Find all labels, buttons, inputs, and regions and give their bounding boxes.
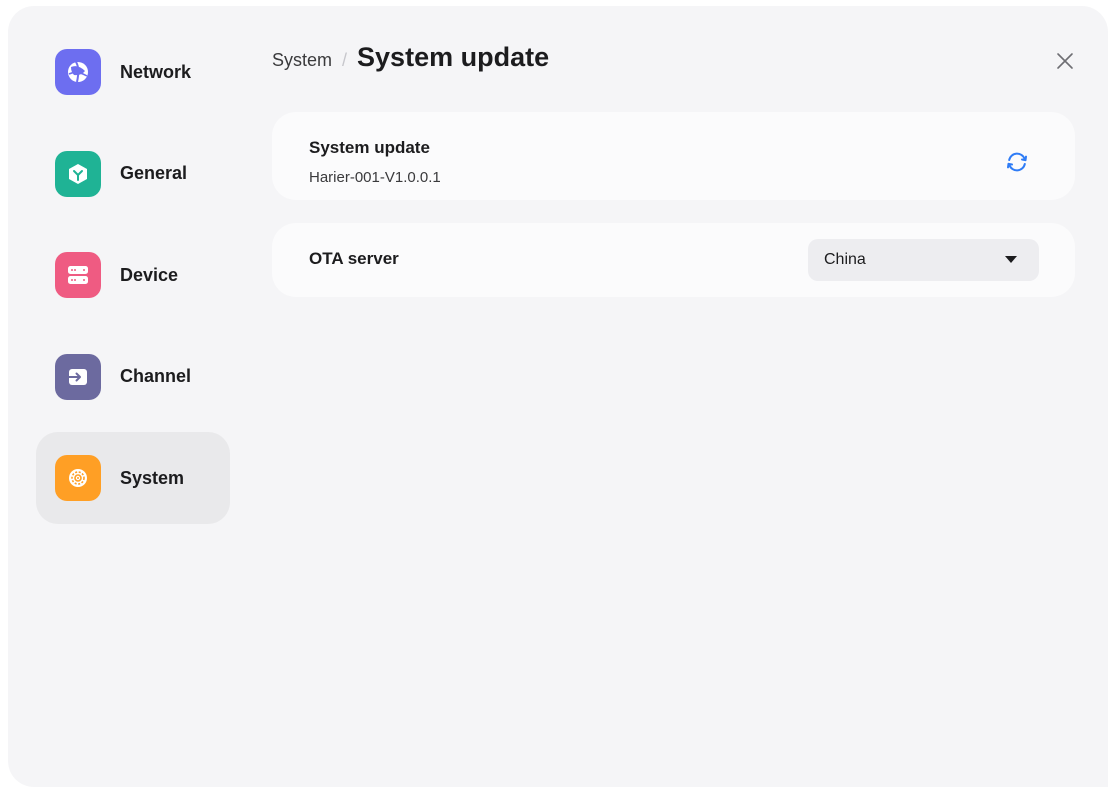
breadcrumb: System / System update [272,42,549,82]
breadcrumb-parent[interactable]: System [272,50,332,71]
ota-server-select[interactable]: China [808,239,1039,281]
sidebar-item-label: Channel [120,366,192,387]
general-icon [55,150,101,197]
ota-server-card: OTA server China [272,223,1075,297]
sidebar-item-channel[interactable]: Channel [36,331,230,423]
sidebar-item-label: General [120,163,188,184]
caret-down-icon [1005,256,1017,263]
sidebar-item-label: Device [120,264,179,285]
close-button[interactable] [1054,50,1076,72]
page-title: System update [357,42,550,72]
system-update-title: System update [309,138,430,157]
sidebar-item-network[interactable]: Network [36,26,230,118]
breadcrumb-separator: / [342,50,348,70]
version-text: Harier-001-V1.0.0.1 [309,169,441,186]
sidebar-item-system[interactable]: System [36,432,230,525]
close-icon [1057,53,1073,69]
sidebar-item-label: System [120,467,185,488]
network-icon [55,49,101,95]
channel-icon [55,353,101,400]
sidebar: Network General Device Channel System [36,26,230,534]
device-icon [55,252,101,299]
refresh-icon [1007,152,1027,172]
sidebar-item-label: Network [120,61,192,82]
sidebar-item-general[interactable]: General [36,128,230,220]
check-update-button[interactable] [1005,150,1029,174]
settings-window: Network General Device Channel System Sy… [8,6,1108,787]
ota-server-value: China [824,251,866,268]
system-icon [55,455,101,502]
ota-server-label: OTA server [309,249,399,268]
sidebar-item-device[interactable]: Device [36,229,230,321]
system-update-card: System update Harier-001-V1.0.0.1 [272,112,1075,200]
